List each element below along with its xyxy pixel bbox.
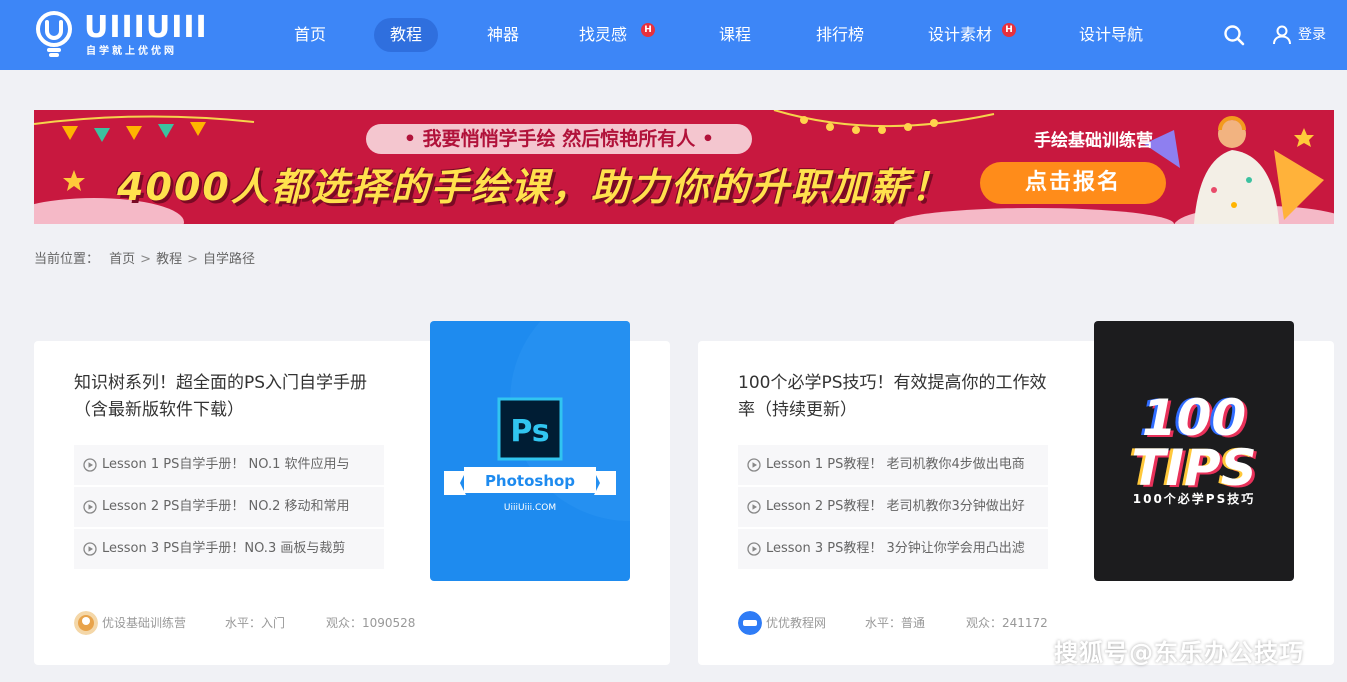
banner-camp-label: 手绘基础训练营 [1034, 131, 1153, 151]
breadcrumb-separator: > [187, 252, 198, 267]
tips-line2: TIPS [1131, 439, 1256, 497]
nav-inspiration[interactable]: 找灵感 H [579, 18, 655, 52]
breadcrumb-tutorials[interactable]: 教程 [156, 252, 182, 267]
tips-subtitle: 100个必学PS技巧 [1133, 491, 1256, 506]
banner-headline: 4000人都选择的手绘课，助力你的升职加薪！ [117, 165, 951, 209]
ps-badge-text: Ps [510, 414, 549, 449]
play-circle-icon [83, 500, 97, 514]
search-icon[interactable] [1223, 24, 1245, 46]
nav-inspiration-label: 找灵感 [579, 25, 628, 44]
logo-tagline: 自学就上优优网 [86, 46, 177, 57]
breadcrumb-prefix: 当前位置： [34, 252, 100, 267]
nav-tools[interactable]: 神器 [477, 18, 529, 52]
play-circle-icon [83, 458, 97, 472]
nav-tools-label: 神器 [486, 25, 519, 44]
nav-ranking[interactable]: 排行榜 [806, 18, 874, 52]
nav-design-materials-label: 设计素材 [928, 25, 993, 44]
login-label: 登录 [1298, 27, 1326, 43]
hot-badge: H [1002, 23, 1016, 37]
hot-badge: H [641, 23, 655, 37]
lesson-label: Lesson 1 PS自学手册！ NO.1 软件应用与 [102, 457, 350, 472]
user-icon [1273, 25, 1291, 45]
course-title[interactable]: 知识树系列！超全面的PS入门自学手册（含最新版软件下载） [74, 370, 386, 424]
tips-cover-art: 100 100 100 TIPS TIPS TIPS 100个必学PS技巧 [1094, 321, 1294, 581]
play-circle-icon [83, 542, 97, 556]
course-views: 观众：1090528 [326, 616, 416, 630]
nav-ranking-label: 排行榜 [815, 25, 864, 44]
lesson-item[interactable]: Lesson 1 PS自学手册！ NO.1 软件应用与 [74, 445, 384, 485]
play-circle-icon [747, 500, 761, 514]
lesson-item[interactable]: Lesson 1 PS教程！ 老司机教你4步做出电商 [738, 445, 1048, 485]
course-cover-photoshop[interactable]: Ps Photoshop UiiiUiii.COM [430, 321, 630, 581]
avatar[interactable] [74, 611, 98, 635]
lesson-item[interactable]: Lesson 3 PS自学手册！NO.3 画板与裁剪 [74, 529, 384, 569]
logo-wordmark: UIIIUIII [84, 10, 208, 45]
photoshop-cover-art: Ps Photoshop UiiiUiii.COM [430, 321, 630, 581]
banner-pill-text: • 我要悄悄学手绘 然后惊艳所有人 • [366, 124, 752, 154]
watermark: 搜狐号@东乐办公技巧 [1054, 639, 1304, 667]
lightbulb-icon [36, 11, 72, 57]
nav-design-materials[interactable]: 设计素材 H [928, 18, 1016, 52]
nav-courses[interactable]: 课程 [709, 18, 761, 52]
course-meta: 优优教程网 水平：普通 观众：241172 [738, 611, 1118, 635]
avatar[interactable] [738, 611, 762, 635]
breadcrumb: 当前位置： 首页 > 教程 > 自学路径 [34, 250, 255, 270]
course-card: 知识树系列！超全面的PS入门自学手册（含最新版软件下载） Lesson 1 PS… [34, 321, 670, 665]
nav-tutorials-label: 教程 [389, 25, 422, 44]
nav-tutorials[interactable]: 教程 [374, 18, 438, 52]
author-name[interactable]: 优设基础训练营 [102, 611, 186, 635]
course-card: 100个必学PS技巧！有效提高你的工作效率（持续更新） Lesson 1 PS教… [698, 321, 1334, 665]
play-circle-icon [747, 542, 761, 556]
breadcrumb-current: 自学路径 [203, 252, 256, 267]
course-meta: 优设基础训练营 水平：入门 观众：1090528 [74, 611, 454, 635]
site-logo[interactable]: UIIIUIII 自学就上优优网 [32, 10, 212, 60]
lesson-list: Lesson 1 PS教程！ 老司机教你4步做出电商 Lesson 2 PS教程… [738, 445, 1048, 571]
nav-home-label: 首页 [293, 25, 326, 44]
ps-ribbon-text: Photoshop [485, 472, 575, 490]
course-level: 水平：入门 [225, 616, 286, 630]
lesson-item[interactable]: Lesson 2 PS自学手册！ NO.2 移动和常用 [74, 487, 384, 527]
lesson-label: Lesson 1 PS教程！ 老司机教你4步做出电商 [766, 457, 1025, 472]
course-title[interactable]: 100个必学PS技巧！有效提高你的工作效率（持续更新） [738, 370, 1050, 424]
banner-signup-button[interactable]: 点击报名 [980, 162, 1166, 204]
nav-design-navigation[interactable]: 设计导航 [1069, 18, 1153, 52]
lesson-label: Lesson 2 PS教程！ 老司机教你3分钟做出好 [766, 499, 1025, 514]
play-circle-icon [747, 458, 761, 472]
course-level: 水平：普通 [865, 616, 926, 630]
lesson-label: Lesson 3 PS教程！ 3分钟让你学会用凸出滤 [766, 541, 1025, 556]
nav-courses-label: 课程 [718, 25, 751, 44]
course-cover-100-tips[interactable]: 100 100 100 TIPS TIPS TIPS 100个必学PS技巧 [1094, 321, 1294, 581]
lesson-list: Lesson 1 PS自学手册！ NO.1 软件应用与 Lesson 2 PS自… [74, 445, 384, 571]
breadcrumb-separator: > [140, 252, 152, 267]
lesson-label: Lesson 3 PS自学手册！NO.3 画板与裁剪 [102, 541, 346, 556]
lesson-label: Lesson 2 PS自学手册！ NO.2 移动和常用 [102, 499, 350, 514]
course-views: 观众：241172 [966, 616, 1048, 630]
top-header: UIIIUIII 自学就上优优网 首页 教程 神器 找灵感 H 课程 排行榜 设计… [0, 0, 1347, 70]
nav-design-navigation-label: 设计导航 [1078, 25, 1143, 44]
nav-home[interactable]: 首页 [284, 18, 336, 52]
breadcrumb-home[interactable]: 首页 [109, 252, 135, 267]
lesson-item[interactable]: Lesson 2 PS教程！ 老司机教你3分钟做出好 [738, 487, 1048, 527]
promo-banner[interactable]: • 我要悄悄学手绘 然后惊艳所有人 • 4000人都选择的手绘课，助力你的升职加… [34, 110, 1334, 224]
ps-site-text: UiiiUiii.COM [504, 503, 556, 513]
lesson-item[interactable]: Lesson 3 PS教程！ 3分钟让你学会用凸出滤 [738, 529, 1048, 569]
login-button[interactable]: 登录 [1272, 22, 1326, 48]
author-name[interactable]: 优优教程网 [766, 611, 826, 635]
